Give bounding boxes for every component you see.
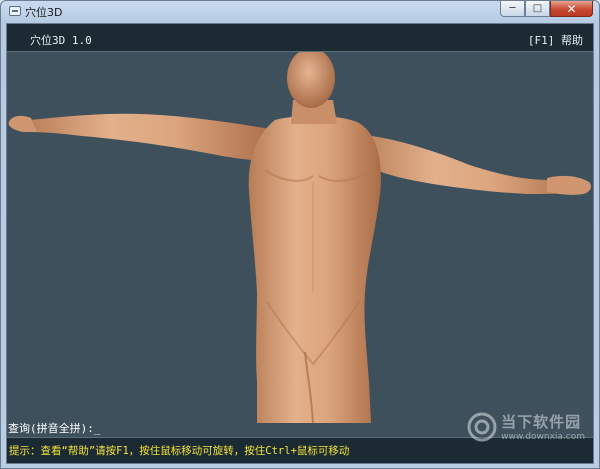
window-title: 穴位3D xyxy=(25,6,63,19)
body-model[interactable] xyxy=(7,48,593,424)
maximize-icon: □ xyxy=(532,3,543,14)
app-window: 穴位3D ─ □ ✕ 穴位3D 1.0 [F1] 帮助 查询(拼音全拼):_ 提… xyxy=(0,0,600,469)
help-button[interactable]: [F1] 帮助 xyxy=(528,32,583,48)
3d-viewport[interactable] xyxy=(7,48,593,424)
title-bar[interactable]: 穴位3D ─ □ ✕ xyxy=(1,1,599,23)
app-header: 穴位3D 1.0 [F1] 帮助 xyxy=(7,24,593,52)
watermark: 当下软件园 www.downxia.com xyxy=(467,411,585,442)
right-hand xyxy=(547,175,591,195)
torso xyxy=(248,115,381,424)
hint-text: 提示：查看“帮助”请按F1，按住鼠标移动可旋转，按住Ctrl+鼠标可移动 xyxy=(9,445,350,457)
minimize-button[interactable]: ─ xyxy=(500,1,525,17)
left-hand xyxy=(8,115,37,132)
app-title: 穴位3D 1.0 xyxy=(30,34,92,47)
watermark-url: www.downxia.com xyxy=(501,432,585,442)
app-icon[interactable] xyxy=(9,6,21,16)
watermark-name: 当下软件园 xyxy=(501,413,582,431)
head xyxy=(287,48,335,108)
left-arm xyxy=(22,113,277,161)
search-cursor: _ xyxy=(93,422,101,435)
close-icon: ✕ xyxy=(566,1,577,16)
watermark-logo-icon xyxy=(467,412,497,441)
search-label: 查询(拼音全拼): xyxy=(8,422,94,435)
watermark-text: 当下软件园 www.downxia.com xyxy=(501,411,585,442)
maximize-button[interactable]: □ xyxy=(525,1,550,17)
client-area: 穴位3D 1.0 [F1] 帮助 查询(拼音全拼):_ 提示：查看“帮助”请按F… xyxy=(6,23,594,464)
window-controls: ─ □ ✕ xyxy=(500,1,593,19)
close-button[interactable]: ✕ xyxy=(550,1,593,17)
minimize-icon: ─ xyxy=(509,3,516,14)
